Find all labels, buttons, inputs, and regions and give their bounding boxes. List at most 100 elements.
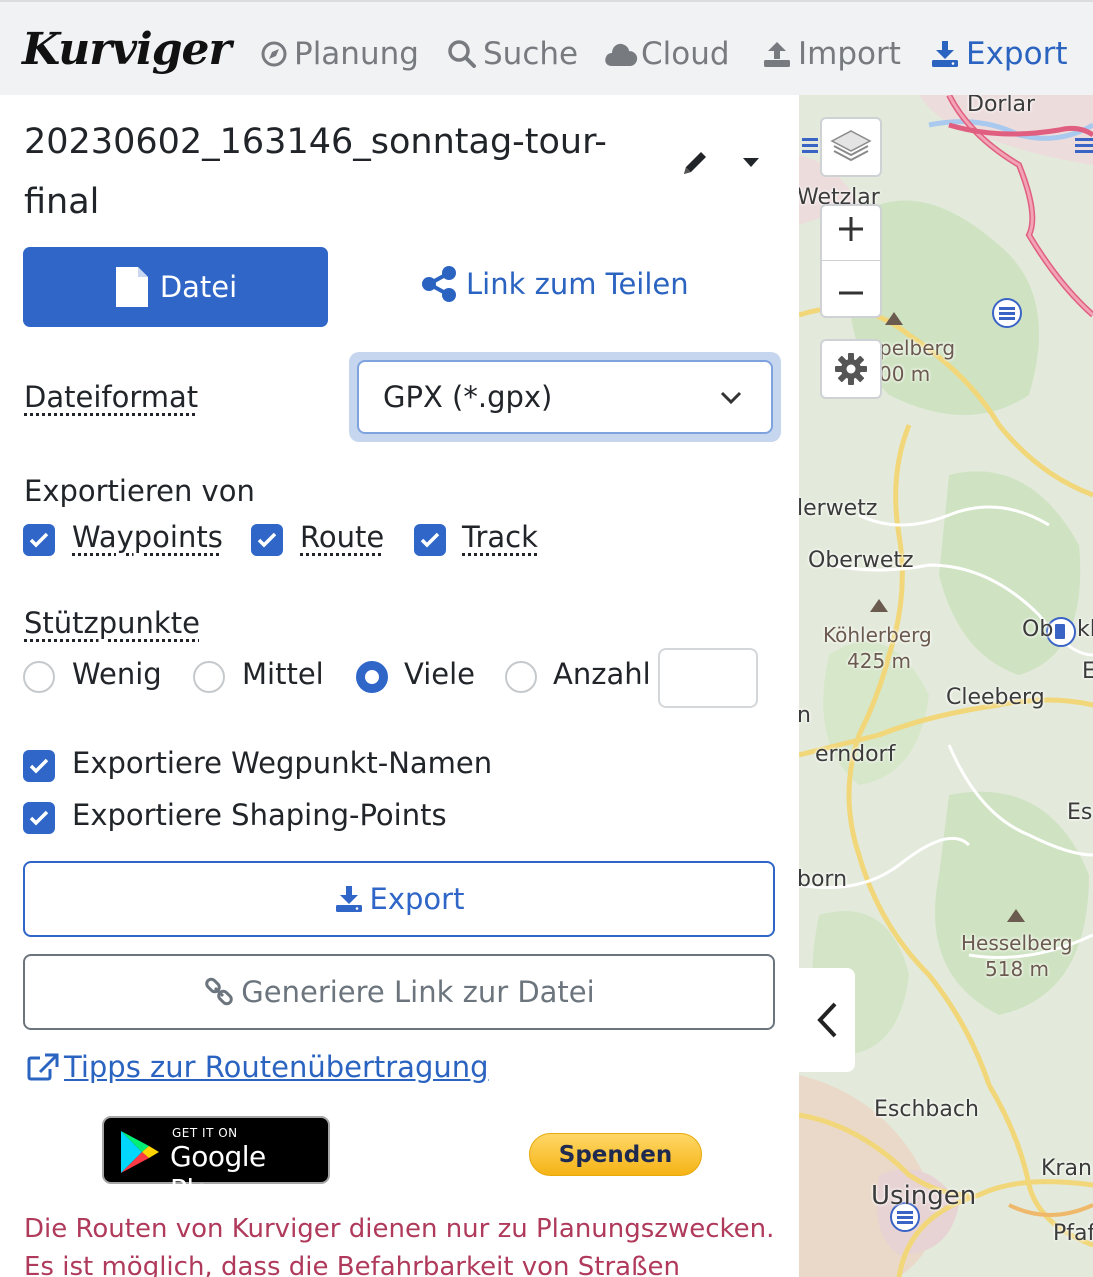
waypoints-label[interactable]: Waypoints: [72, 520, 223, 554]
waypoint-names-checkbox[interactable]: [23, 750, 55, 782]
track-label[interactable]: Track: [462, 520, 538, 554]
map-view[interactable]: Dorlar Wetzlar pelberg 00 m lerwetz Ober…: [799, 95, 1093, 1277]
map-label: born: [799, 867, 848, 892]
check-icon: [29, 810, 49, 826]
share-link[interactable]: Link zum Teilen: [420, 265, 689, 303]
share-icon: [422, 266, 456, 302]
export-button[interactable]: Export: [23, 861, 775, 937]
radio-wenig[interactable]: [23, 661, 55, 693]
nav-export[interactable]: Export: [930, 36, 1067, 72]
export-from-label: Exportieren von: [24, 474, 255, 508]
layers-button[interactable]: [820, 117, 882, 177]
kurviger-logo[interactable]: Kurviger: [22, 24, 232, 75]
map-label: Ob: [1022, 617, 1054, 642]
pencil-icon[interactable]: [680, 148, 710, 178]
donate-button[interactable]: Spenden: [529, 1133, 702, 1176]
map-label: Eschbach: [874, 1097, 979, 1122]
generate-link-button[interactable]: Generiere Link zur Datei: [23, 954, 775, 1030]
tips-link[interactable]: Tipps zur Routenübertragung: [26, 1050, 489, 1084]
map-label: 00 m: [879, 362, 931, 386]
radio-mittel[interactable]: [193, 661, 225, 693]
map-label: Cleeberg: [946, 685, 1045, 710]
external-link-icon: [27, 1053, 59, 1081]
check-icon: [29, 758, 49, 774]
chevron-left-icon: [817, 1002, 837, 1038]
file-icon: [115, 267, 148, 307]
anzahl-input[interactable]: [658, 648, 758, 708]
map-label: Köhlerberg: [823, 623, 932, 647]
format-select-focus-ring: GPX (*.gpx): [349, 352, 781, 442]
nav-cloud-label: Cloud: [641, 36, 730, 72]
radio-viele-label[interactable]: Viele: [404, 657, 475, 691]
zoom-control: [820, 204, 882, 318]
map-label: Es: [1067, 800, 1093, 825]
link-icon: [205, 977, 234, 1006]
datei-button-label: Datei: [159, 270, 238, 304]
route-title: 20230602_163146_sonntag-tour-final: [24, 122, 607, 222]
tips-link-label: Tipps zur Routenübertragung: [64, 1050, 489, 1084]
format-select-value: GPX (*.gpx): [383, 380, 553, 414]
map-label: n: [799, 703, 811, 728]
gear-icon: [835, 353, 867, 385]
format-select[interactable]: GPX (*.gpx): [357, 360, 773, 434]
nav-export-label: Export: [966, 36, 1068, 72]
radio-viele[interactable]: [356, 661, 388, 693]
collapse-panel-button[interactable]: [799, 968, 855, 1072]
waypoints-checkbox[interactable]: [23, 524, 55, 556]
layers-icon: [830, 130, 872, 162]
map-settings-button[interactable]: [820, 339, 882, 399]
shaping-points-label[interactable]: Exportiere Shaping-Points: [72, 798, 447, 832]
zoom-divider: [821, 260, 881, 262]
nav-planung-label: Planung: [294, 36, 419, 72]
generate-link-label: Generiere Link zur Datei: [241, 975, 595, 1009]
check-icon: [29, 532, 49, 548]
map-label: Kran: [1041, 1156, 1092, 1181]
map-label: Usingen: [871, 1181, 977, 1211]
google-play-icon: [121, 1131, 159, 1173]
nav-cloud[interactable]: Cloud: [603, 36, 730, 72]
chevron-down-icon: [720, 391, 742, 405]
track-checkbox[interactable]: [414, 524, 446, 556]
compass-icon: [261, 41, 287, 67]
download-icon: [335, 886, 362, 912]
map-label: kl: [1077, 617, 1093, 642]
nav-import[interactable]: Import: [762, 36, 901, 72]
nav-planung[interactable]: Planung: [260, 36, 419, 72]
radio-wenig-label[interactable]: Wenig: [72, 657, 162, 691]
map-label: 425 m: [847, 649, 912, 673]
google-play-big-text: Google Play: [170, 1140, 266, 1206]
download-icon: [932, 41, 958, 67]
map-label: Pfaf: [1053, 1221, 1093, 1246]
route-checkbox[interactable]: [251, 524, 283, 556]
map-label: erndorf: [815, 742, 896, 767]
radio-mittel-label[interactable]: Mittel: [242, 657, 324, 691]
caret-down-icon[interactable]: [740, 156, 762, 170]
nav-suche[interactable]: Suche: [447, 36, 578, 72]
map-label: Dorlar: [967, 95, 1036, 117]
map-label: 518 m: [985, 957, 1050, 981]
stuetzpunkte-label: Stützpunkte: [24, 606, 200, 640]
zoom-in-icon[interactable]: [837, 215, 865, 243]
route-label[interactable]: Route: [300, 520, 384, 554]
map-label: lerwetz: [799, 496, 878, 521]
upload-icon: [764, 42, 790, 67]
check-icon: [257, 532, 277, 548]
waypoint-names-label[interactable]: Exportiere Wegpunkt-Namen: [72, 746, 492, 780]
format-label: Dateiformat: [24, 380, 199, 414]
shaping-points-checkbox[interactable]: [23, 802, 55, 834]
radio-anzahl-label[interactable]: Anzahl: [553, 657, 651, 691]
nav-suche-label: Suche: [483, 36, 579, 72]
navbar: Kurviger Planung Suche Cloud Import Expo…: [0, 0, 1093, 95]
map-label: Oberwetz: [808, 548, 914, 573]
cloud-icon: [605, 43, 638, 66]
radio-anzahl[interactable]: [505, 661, 537, 693]
google-play-small-text: GET IT ON: [172, 1126, 238, 1140]
google-play-badge[interactable]: GET IT ON Google Play: [102, 1116, 330, 1206]
search-icon: [448, 40, 476, 68]
export-button-label: Export: [369, 882, 465, 916]
map-label: E: [1082, 659, 1093, 684]
map-label: Hesselberg: [961, 931, 1073, 955]
datei-button[interactable]: Datei: [23, 247, 328, 327]
zoom-out-icon[interactable]: [837, 279, 865, 307]
nav-import-label: Import: [798, 36, 901, 72]
